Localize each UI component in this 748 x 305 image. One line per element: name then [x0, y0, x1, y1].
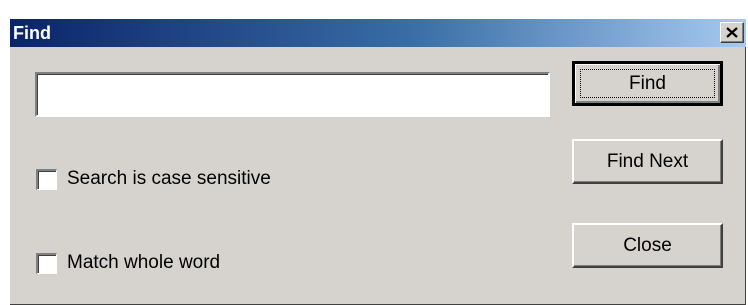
case-sensitive-option[interactable]: Search is case sensitive	[36, 166, 271, 192]
whole-word-option[interactable]: Match whole word	[36, 250, 220, 276]
title-bar[interactable]: Find	[10, 19, 746, 47]
case-sensitive-label[interactable]: Search is case sensitive	[67, 168, 271, 190]
find-button[interactable]: Find	[572, 61, 723, 106]
whole-word-checkbox[interactable]	[36, 252, 57, 274]
close-button[interactable]: Close	[572, 223, 723, 268]
whole-word-label[interactable]: Match whole word	[67, 252, 220, 274]
dialog-title: Find	[13, 23, 51, 43]
find-next-button-label: Find Next	[606, 150, 689, 172]
close-icon	[726, 27, 738, 38]
find-dialog: Find Find Find Next Close Search is case…	[9, 18, 746, 305]
focus-ring	[580, 69, 715, 98]
search-input[interactable]	[37, 74, 548, 115]
close-button-label: Close	[623, 234, 672, 256]
close-window-button[interactable]	[720, 22, 744, 43]
find-next-button[interactable]: Find Next	[572, 139, 723, 184]
search-field-frame	[35, 72, 550, 117]
case-sensitive-checkbox[interactable]	[36, 168, 57, 190]
